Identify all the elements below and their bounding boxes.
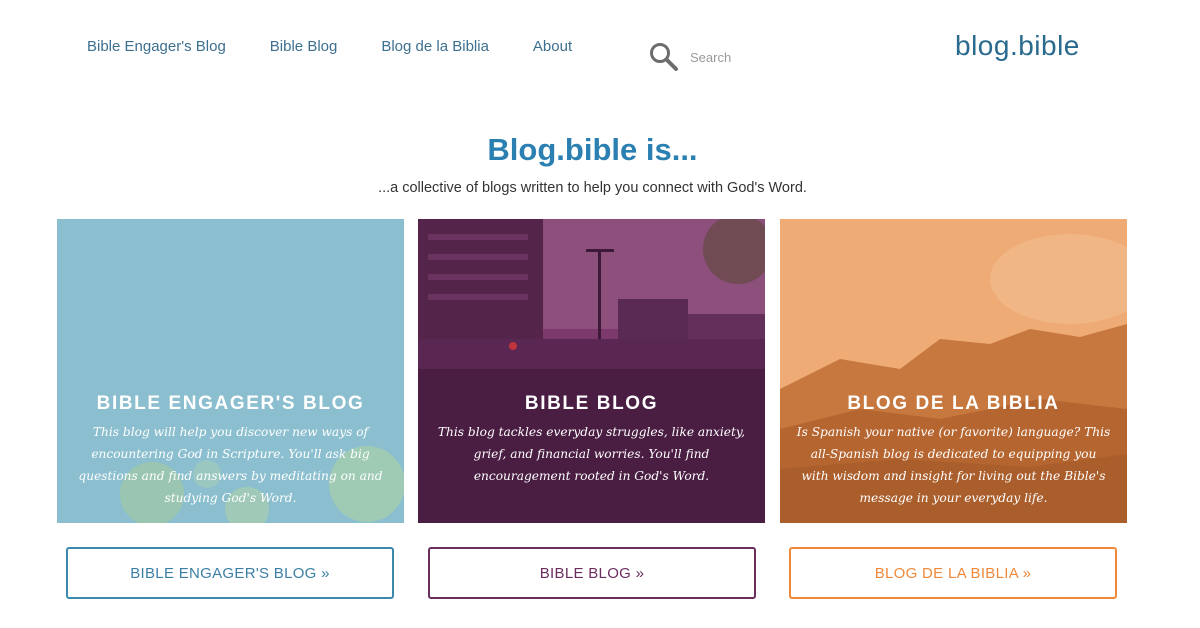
search-input[interactable]	[690, 49, 800, 65]
card-description: This blog will help you discover new way…	[78, 425, 383, 505]
bible-blog-button[interactable]: BIBLE BLOG »	[428, 547, 756, 599]
search-box	[648, 40, 808, 74]
search-icon[interactable]	[648, 41, 680, 73]
card-title: BLOG DE LA BIBLIA	[847, 393, 1060, 414]
page: Bible Engager's Blog Bible Blog Blog de …	[0, 0, 1200, 628]
main-nav: Bible Engager's Blog Bible Blog Blog de …	[87, 38, 616, 55]
site-logo[interactable]: blog.bible	[955, 30, 1080, 62]
card-description: Is Spanish your native (or favorite) lan…	[796, 425, 1111, 505]
card-blog-de-la-biblia[interactable]: BLOG DE LA BIBLIA Is Spanish your native…	[780, 219, 1127, 523]
page-title: Blog.bible is...	[487, 132, 698, 167]
card-bible-blog[interactable]: BIBLE BLOG This blog tackles everyday st…	[418, 219, 765, 523]
card-content: BLOG DE LA BIBLIA Is Spanish your native…	[780, 393, 1127, 509]
nav-bible-engagers-blog[interactable]: Bible Engager's Blog	[87, 38, 226, 55]
card-title: BIBLE ENGAGER'S BLOG	[96, 393, 365, 414]
nav-bible-blog[interactable]: Bible Blog	[270, 38, 338, 55]
card-title: BIBLE BLOG	[524, 393, 659, 414]
bible-engagers-blog-button[interactable]: BIBLE ENGAGER'S BLOG »	[66, 547, 394, 599]
page-subtitle: ...a collective of blogs written to help…	[378, 180, 807, 196]
blog-de-la-biblia-button[interactable]: BLOG DE LA BIBLIA »	[789, 547, 1117, 599]
card-bible-engagers-blog[interactable]: BIBLE ENGAGER'S BLOG This blog will help…	[57, 219, 404, 523]
card-content: BIBLE BLOG This blog tackles everyday st…	[418, 393, 765, 487]
nav-about[interactable]: About	[533, 38, 572, 55]
card-content: BIBLE ENGAGER'S BLOG This blog will help…	[57, 393, 404, 509]
nav-blog-de-la-biblia[interactable]: Blog de la Biblia	[381, 38, 489, 55]
card-description: This blog tackles everyday struggles, li…	[437, 425, 746, 483]
